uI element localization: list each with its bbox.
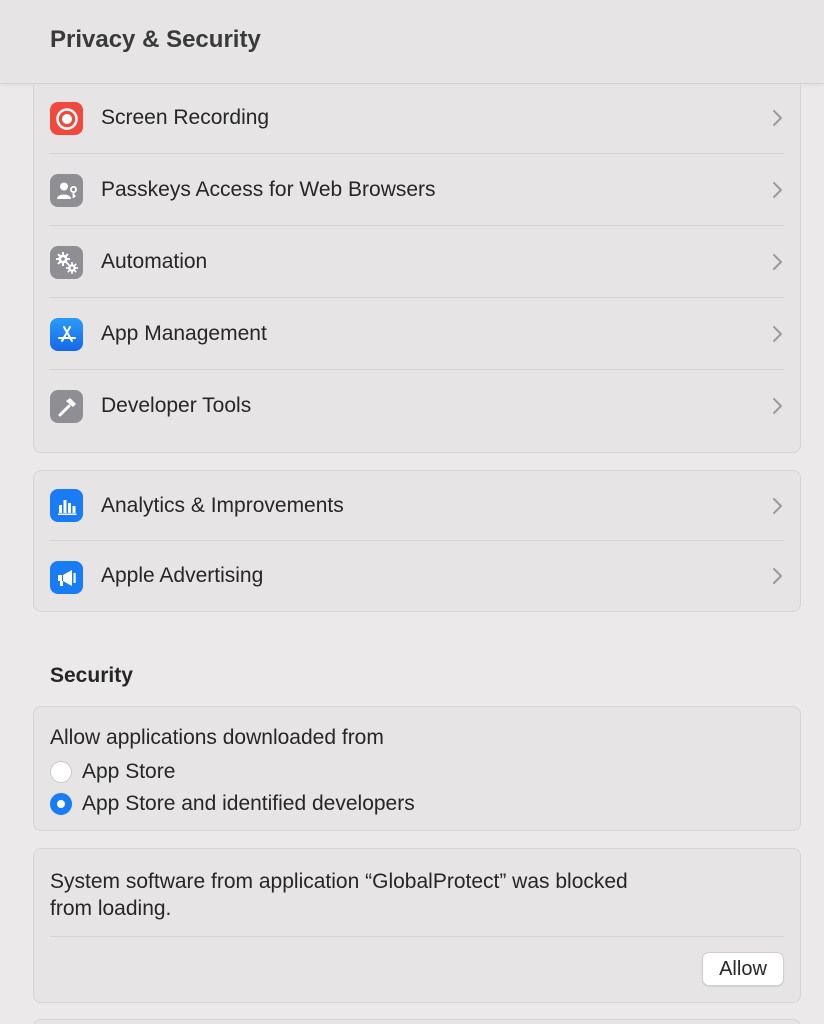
chevron-right-icon: [773, 182, 782, 198]
chevron-right-icon: [773, 568, 782, 584]
app-store-icon: [50, 318, 83, 351]
chevron-right-icon: [773, 398, 782, 414]
radio-option-app-store-identified[interactable]: App Store and identified developers: [50, 792, 415, 816]
radio-option-app-store[interactable]: App Store: [50, 760, 175, 784]
gears-icon: [50, 246, 83, 279]
passkeys-icon: [50, 174, 83, 207]
chevron-right-icon: [773, 326, 782, 342]
allow-downloads-label: Allow applications downloaded from: [50, 726, 384, 749]
hammer-icon: [50, 390, 83, 423]
bar-chart-icon: [50, 489, 83, 522]
blocked-message-line1: System software from application “Global…: [50, 870, 628, 893]
megaphone-icon: [50, 561, 83, 594]
chevron-right-icon: [773, 254, 782, 270]
security-heading: Security: [50, 664, 133, 687]
radio-label: App Store and identified developers: [82, 792, 415, 815]
privacy-item-automation[interactable]: Automation: [34, 226, 800, 298]
chevron-right-icon: [773, 498, 782, 514]
allow-button[interactable]: Allow: [702, 952, 784, 986]
privacy-item-label: Developer Tools: [101, 394, 252, 417]
privacy-item-app-management[interactable]: App Management: [34, 298, 800, 370]
divider: [50, 936, 784, 937]
privacy-item-label: Screen Recording: [101, 106, 270, 129]
identified-developers-radio[interactable]: [50, 793, 72, 815]
allow-downloads-group: Allow applications downloaded from App S…: [33, 706, 801, 831]
settings-content: Screen Recording Passkeys Access for Web…: [0, 85, 824, 1024]
privacy-item-developer-tools[interactable]: Developer Tools: [34, 370, 800, 442]
privacy-item-screen-recording[interactable]: Screen Recording: [34, 85, 800, 154]
page-title: Privacy & Security: [50, 26, 261, 53]
privacy-item-passkeys[interactable]: Passkeys Access for Web Browsers: [34, 154, 800, 226]
blocked-message-line2: from loading.: [50, 897, 172, 920]
privacy-item-label: App Management: [101, 322, 267, 345]
analytics-item-improvements[interactable]: Analytics & Improvements: [34, 471, 800, 541]
analytics-item-label: Analytics & Improvements: [101, 494, 344, 517]
title-bar: Privacy & Security: [0, 0, 824, 84]
analytics-item-advertising[interactable]: Apple Advertising: [34, 541, 800, 611]
screen-recording-icon: [50, 102, 83, 135]
analytics-group: Analytics & Improvements Apple Advertisi…: [33, 470, 801, 612]
blocked-message: System software from application “Global…: [50, 868, 628, 922]
app-store-radio[interactable]: [50, 761, 72, 783]
privacy-item-label: Passkeys Access for Web Browsers: [101, 178, 436, 201]
privacy-item-label: Automation: [101, 250, 208, 273]
chevron-right-icon: [773, 110, 782, 126]
blocked-software-group: System software from application “Global…: [33, 848, 801, 1003]
analytics-item-label: Apple Advertising: [101, 564, 264, 587]
next-group: [33, 1019, 801, 1024]
radio-label: App Store: [82, 760, 176, 783]
privacy-group: Screen Recording Passkeys Access for Web…: [33, 85, 801, 453]
